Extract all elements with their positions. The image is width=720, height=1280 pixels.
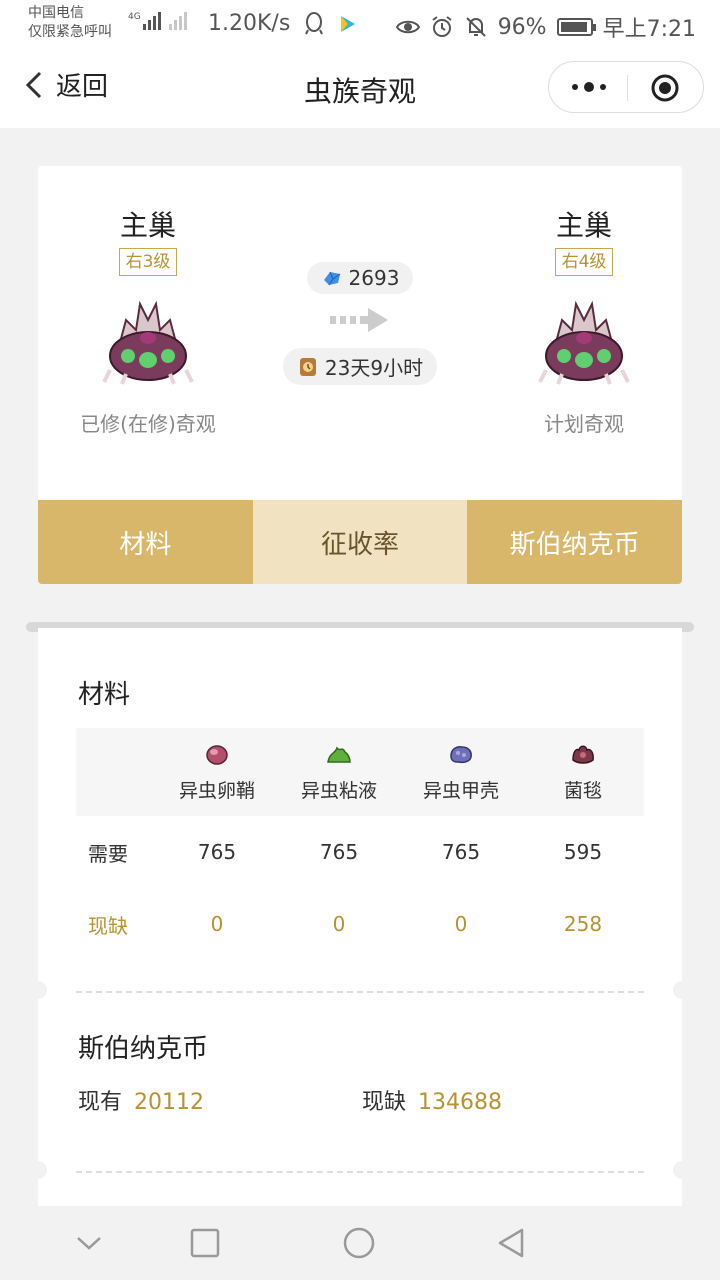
carrier-info: 中国电信 仅限紧急呼叫	[28, 4, 112, 42]
coin-lack-value: 134688	[418, 1090, 502, 1115]
network-speed: 1.20K/s	[208, 11, 291, 36]
material-name: 菌毯	[563, 779, 602, 802]
current-level-badge: 右3级	[118, 248, 178, 276]
battery-icon	[556, 18, 596, 36]
coin-lack-label: 现缺	[362, 1090, 407, 1115]
carrier-status: 仅限紧急呼叫	[28, 24, 112, 40]
materials-table: 异虫卵鞘 异虫粘液 异虫甲壳 菌毯 需要 765 765 765 595 现缺 …	[76, 728, 644, 960]
more-dots-icon[interactable]	[569, 76, 609, 98]
detail-card: 材料 异虫卵鞘 异虫粘液 异虫甲壳 菌毯 需要 765 765 765 595 …	[29, 628, 691, 1218]
card-notch	[29, 981, 47, 999]
hatchery-icon	[102, 300, 194, 385]
card-notch	[673, 981, 691, 999]
material-name: 异虫粘液	[300, 779, 377, 802]
home-icon[interactable]	[342, 1226, 376, 1260]
materials-header: 异虫卵鞘 异虫粘液 异虫甲壳 菌毯	[76, 728, 644, 816]
needed-value: 765	[441, 840, 481, 864]
network-badge: 4G	[128, 12, 141, 22]
shortage-row: 现缺 0 0 0 258	[76, 888, 644, 960]
shortage-value: 0	[210, 912, 224, 936]
target-building-name: 主巢	[555, 209, 612, 242]
coin-have-value: 20112	[134, 1090, 205, 1115]
card-notch	[673, 1161, 691, 1179]
shortage-value: 0	[332, 912, 346, 936]
crystal-cost-pill: 2693	[306, 262, 414, 294]
battery-percent: 96%	[497, 14, 547, 40]
card-notch	[29, 1161, 47, 1179]
material-slime: 异虫粘液	[278, 728, 400, 816]
upgrade-duration: 23天9小时	[324, 356, 424, 380]
nav-bar: 返回 虫族奇观	[0, 50, 720, 128]
needed-row: 需要 765 765 765 595	[76, 816, 644, 888]
signal-icon: 4G	[128, 12, 187, 30]
coins-title: 斯伯纳克币	[78, 1034, 209, 1064]
capsule-divider	[627, 75, 628, 101]
upgrade-arrow-icon	[330, 308, 388, 332]
material-name: 异虫甲壳	[422, 779, 499, 802]
coin-lack: 现缺 134688	[362, 1084, 502, 1116]
current-wonder: 主巢 右3级 已修(在修)奇观	[38, 208, 258, 437]
shortage-value: 0	[454, 912, 468, 936]
needed-value: 595	[563, 840, 603, 864]
duration-pill: 23天9小时	[282, 348, 438, 385]
creep-icon	[572, 745, 594, 764]
dashed-divider	[76, 991, 644, 993]
crystal-cost: 2693	[348, 266, 400, 290]
needed-value: 765	[197, 840, 237, 864]
eye-icon	[395, 20, 420, 34]
mute-icon	[465, 17, 486, 37]
material-name: 异虫卵鞘	[178, 779, 255, 802]
row-label: 现缺	[88, 913, 128, 938]
mini-program-capsule	[548, 61, 704, 113]
material-creep: 菌毯	[522, 728, 644, 816]
system-nav-bar	[0, 1206, 720, 1280]
recent-apps-icon[interactable]	[188, 1226, 222, 1260]
crystal-icon	[323, 271, 340, 286]
hatchery-icon	[538, 300, 630, 385]
qq-icon	[305, 12, 323, 35]
coin-have: 现有 20112	[78, 1084, 204, 1116]
tab-materials[interactable]: 材料	[38, 500, 253, 584]
target-level-badge: 右4级	[554, 248, 614, 276]
header-spacer	[76, 728, 156, 816]
egg-sac-icon	[206, 744, 228, 765]
carrier-name: 中国电信	[28, 5, 84, 21]
alarm-icon	[432, 16, 452, 37]
shortage-value: 258	[563, 912, 603, 936]
current-caption: 已修(在修)奇观	[80, 412, 216, 436]
upgrade-card: 主巢 右3级 已修(在修)奇观 2693 23天9小时 主巢 右4级 计划奇观 …	[38, 166, 682, 584]
back-icon[interactable]	[494, 1226, 528, 1260]
current-building-name: 主巢	[119, 209, 176, 242]
video-play-icon	[341, 16, 355, 32]
tab-tax-rate[interactable]: 征收率	[252, 500, 468, 584]
hourglass-icon	[299, 357, 316, 376]
section-tabs: 材料 征收率 斯伯纳克币	[38, 500, 682, 584]
status-bar: 中国电信 仅限紧急呼叫 4G 1.20K/s 96% 早上7:21	[0, 0, 720, 50]
clock: 早上7:21	[602, 17, 696, 42]
row-label: 需要	[88, 841, 128, 866]
upgrade-cost: 2693 23天9小时	[260, 262, 460, 385]
material-egg-sac: 异虫卵鞘	[156, 728, 278, 816]
coin-have-label: 现有	[78, 1090, 123, 1115]
close-target-icon[interactable]	[649, 72, 681, 104]
hide-keyboard-icon[interactable]	[72, 1226, 106, 1260]
target-caption: 计划奇观	[544, 412, 624, 436]
needed-value: 765	[319, 840, 359, 864]
carapace-icon	[450, 745, 472, 763]
tab-coins[interactable]: 斯伯纳克币	[467, 500, 682, 584]
target-wonder: 主巢 右4级 计划奇观	[474, 208, 682, 437]
signal-off-icon	[168, 12, 187, 30]
slime-icon	[327, 745, 351, 763]
materials-title: 材料	[78, 680, 131, 710]
material-carapace: 异虫甲壳	[400, 728, 522, 816]
dashed-divider	[76, 1171, 644, 1173]
